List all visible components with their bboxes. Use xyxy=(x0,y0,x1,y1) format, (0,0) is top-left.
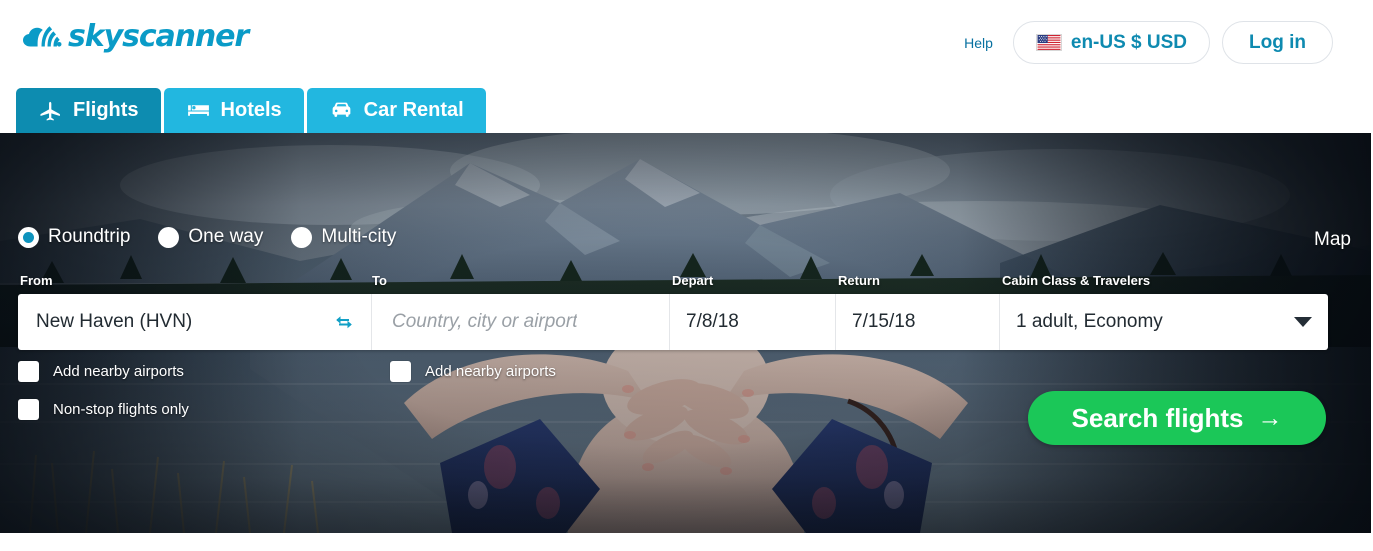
option-from-nearby-label: Add nearby airports xyxy=(53,363,184,380)
search-options: Add nearby airports Add nearby airports … xyxy=(18,361,638,420)
chevron-down-icon[interactable] xyxy=(1294,317,1312,327)
trip-type-multi-city[interactable]: Multi-city xyxy=(291,226,396,248)
checkbox-to-nearby[interactable] xyxy=(390,361,411,382)
return-date-field[interactable]: 7/15/18 xyxy=(836,294,1000,350)
arrow-right-icon: → xyxy=(1257,403,1283,432)
logo-wordmark: skyscanner xyxy=(68,19,249,54)
swap-origin-destination-button[interactable] xyxy=(331,309,357,335)
checkbox-nonstop[interactable] xyxy=(18,399,39,420)
bed-icon xyxy=(187,105,209,116)
from-field[interactable]: New Haven (HVN) xyxy=(18,294,372,350)
trip-type-one-way-label: One way xyxy=(188,226,264,247)
car-icon xyxy=(332,102,351,117)
to-placeholder: Country, city or airport xyxy=(392,311,578,332)
skyscanner-cloud-icon xyxy=(23,26,62,47)
label-to: To xyxy=(372,273,387,288)
skyscanner-logo[interactable]: skyscanner xyxy=(18,19,249,54)
locale-currency-label: en-US $ USD xyxy=(1070,31,1188,53)
search-flights-button[interactable]: Search flights → xyxy=(1028,391,1326,445)
cabin-travelers-value: 1 adult, Economy xyxy=(1016,311,1163,332)
map-link[interactable]: Map xyxy=(1314,229,1351,251)
tab-hotels[interactable]: Hotels xyxy=(163,88,304,133)
skyscanner-flight-search-page: skyscanner Help en-US $ USD Log in Fligh… xyxy=(0,0,1373,551)
search-flights-label: Search flights xyxy=(1071,402,1244,433)
field-labels-row: From To Depart Return Cabin Class & Trav… xyxy=(0,273,1330,291)
us-flag-icon xyxy=(1035,34,1062,51)
option-to-nearby-label: Add nearby airports xyxy=(425,363,556,380)
label-cabin: Cabin Class & Travelers xyxy=(1002,273,1151,288)
trip-type-one-way[interactable]: One way xyxy=(158,226,263,248)
header-actions: Help en-US $ USD Log in xyxy=(956,21,1333,64)
option-to-nearby[interactable]: Add nearby airports xyxy=(390,361,556,382)
swap-arrows-icon xyxy=(336,316,352,329)
trip-type-multi-city-label: Multi-city xyxy=(321,226,397,247)
flight-search-form: Roundtrip One way Multi-city Map From To… xyxy=(0,133,1371,533)
tab-flights-label: Flights xyxy=(73,99,139,121)
tab-hotels-label: Hotels xyxy=(220,99,282,121)
tab-flights[interactable]: Flights xyxy=(16,88,161,133)
label-return: Return xyxy=(838,273,880,288)
help-link[interactable]: Help xyxy=(956,35,1001,51)
radio-one-way-icon xyxy=(158,226,180,248)
product-tabs: Flights Hotels Car Rental xyxy=(16,88,486,133)
depart-date-field[interactable]: 7/8/18 xyxy=(670,294,836,350)
tab-car-rental[interactable]: Car Rental xyxy=(306,88,486,133)
option-nonstop[interactable]: Non-stop flights only xyxy=(18,399,638,420)
trip-type-roundtrip-label: Roundtrip xyxy=(48,226,131,247)
label-from: From xyxy=(20,273,53,288)
trip-type-group: Roundtrip One way Multi-city xyxy=(18,226,396,248)
site-header: skyscanner Help en-US $ USD Log in xyxy=(0,0,1373,82)
plane-icon xyxy=(40,101,60,121)
radio-multi-city-icon xyxy=(291,226,313,248)
login-label: Log in xyxy=(1249,31,1306,53)
login-button[interactable]: Log in xyxy=(1222,21,1333,64)
return-date-value: 7/15/18 xyxy=(852,311,916,332)
option-nonstop-label: Non-stop flights only xyxy=(53,401,189,418)
checkbox-from-nearby[interactable] xyxy=(18,361,39,382)
tab-car-rental-label: Car Rental xyxy=(363,99,464,121)
label-depart: Depart xyxy=(672,273,714,288)
depart-date-value: 7/8/18 xyxy=(686,311,739,332)
from-value: New Haven (HVN) xyxy=(36,311,193,332)
option-from-nearby[interactable]: Add nearby airports Add nearby airports xyxy=(18,361,638,382)
search-fields-row: New Haven (HVN) Country, city or airport… xyxy=(18,294,1328,350)
cabin-travelers-field[interactable]: 1 adult, Economy xyxy=(1000,294,1328,350)
locale-currency-button[interactable]: en-US $ USD xyxy=(1012,21,1211,64)
radio-roundtrip-icon xyxy=(18,226,39,248)
trip-type-roundtrip[interactable]: Roundtrip xyxy=(18,226,130,248)
to-field[interactable]: Country, city or airport xyxy=(372,294,670,350)
